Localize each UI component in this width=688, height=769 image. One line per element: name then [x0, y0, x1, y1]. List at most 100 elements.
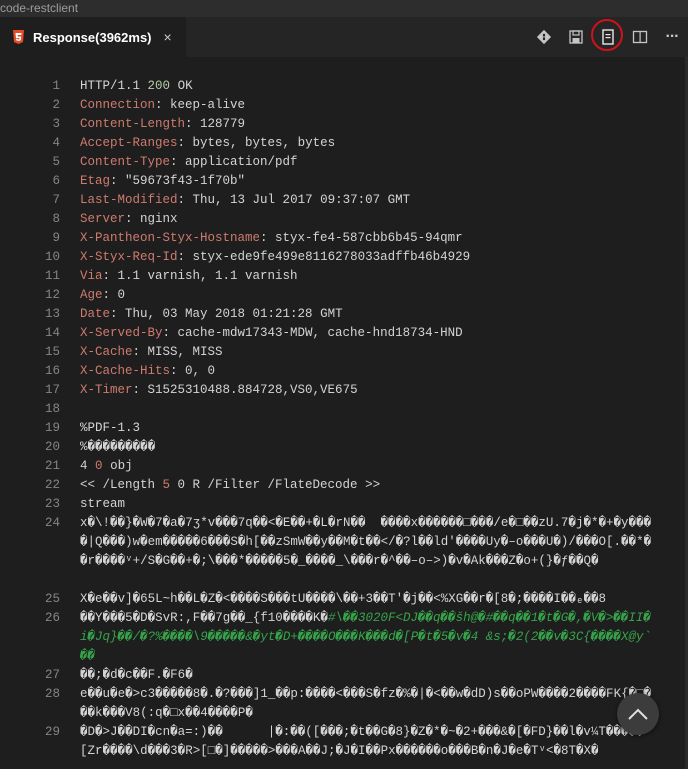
- header-line: 15 X-Cache: MISS, MISS: [0, 343, 688, 362]
- stream-dictionary: << /Length 5 0 R /Filter /FlateDecode >>: [80, 476, 655, 495]
- header-value: Thu, 13 Jul 2017 09:37:07 GMT: [192, 193, 411, 207]
- line-number: 19: [44, 421, 60, 435]
- header-name: Age: [80, 288, 103, 302]
- line-number: 14: [44, 326, 60, 340]
- binary-marker: %���������: [80, 440, 156, 454]
- header-value: bytes, bytes, bytes: [192, 136, 336, 150]
- header-line: 4 Accept-Ranges: bytes, bytes, bytes: [0, 134, 688, 153]
- line-number: 11: [44, 269, 60, 283]
- header-name: Etag: [80, 174, 111, 188]
- binary-data: X�e��v]�65L~h��L�Z�<����S���tU����\��+3�…: [80, 592, 607, 606]
- binary-data: ��Y���5�D�SvR:,F��7g��_{f10����K�#\��302…: [80, 609, 655, 666]
- header-line: 10 X-Styx-Req-Id: styx-ede9fe499e81162780…: [0, 248, 688, 267]
- code-line: 29 �D�>J��DI�cn�a=:)�� |�:��([���;�t��G�…: [0, 723, 688, 761]
- header-value: 0: [117, 288, 126, 302]
- code-line: 23 stream: [0, 495, 688, 514]
- status-reason: OK: [177, 79, 193, 93]
- binary-plain: ��Y���5�D�SvR:,F��7g��_{f10����K�: [80, 611, 328, 625]
- header-value: cache-mdw17343-MDW, cache-hnd18734-HND: [177, 326, 463, 340]
- line-number: 2: [52, 98, 60, 112]
- binary-data: x�\!��}�W�7�a�7ʒ*v���7q��<�E��+�L�rN�� �…: [80, 516, 652, 568]
- obj-declaration: 4 0 obj: [80, 457, 655, 476]
- obj-generation: 0: [95, 459, 103, 473]
- line-number: 24: [44, 516, 60, 530]
- header-name: Last-Modified: [80, 193, 178, 207]
- header-value: MISS, MISS: [147, 345, 223, 359]
- header-line: 16 X-Cache-Hits: 0, 0: [0, 362, 688, 381]
- line-number: 6: [52, 174, 60, 188]
- binary-data: �D�>J��DI�cn�a=:)�� |�:��([���;�t��G�8}�…: [80, 725, 644, 758]
- header-line: 17 X-Timer: S1525310488.884728,VS0,VE675: [0, 381, 688, 400]
- line-number: 12: [44, 288, 60, 302]
- chevron-up-icon: [628, 708, 648, 720]
- more-icon[interactable]: ···: [656, 17, 688, 57]
- line-number: 27: [44, 668, 60, 682]
- response-tab[interactable]: Response(3962ms) ×: [0, 17, 186, 57]
- header-name: X-Cache: [80, 345, 133, 359]
- dict-rest: 0 R /Filter /FlateDecode >>: [170, 478, 381, 492]
- line-number: 3: [52, 117, 60, 131]
- header-value: application/pdf: [185, 155, 298, 169]
- header-name: X-Cache-Hits: [80, 364, 171, 378]
- git-icon[interactable]: [528, 17, 560, 57]
- code-line: 27 ��;�d�c��F.�F6�: [0, 666, 688, 685]
- header-name: Date: [80, 307, 111, 321]
- line-number: 1: [52, 79, 60, 93]
- header-value: styx-ede9fe499e8116278033adffb46b4929: [192, 250, 471, 264]
- line-number: 26: [44, 611, 60, 625]
- line-number: 16: [44, 364, 60, 378]
- header-name: X-Pantheon-Styx-Hostname: [80, 231, 261, 245]
- code-line: 1 HTTP/1.1 200 OK: [0, 77, 688, 96]
- header-name: X-Served-By: [80, 326, 163, 340]
- editor-toolbar: ···: [528, 17, 688, 57]
- header-name: Connection: [80, 98, 156, 112]
- header-value: 1.1 varnish, 1.1 varnish: [117, 269, 298, 283]
- header-name: Accept-Ranges: [80, 136, 178, 150]
- header-name: Server: [80, 212, 126, 226]
- line-number: 28: [44, 687, 60, 701]
- preview-document-icon[interactable]: [591, 17, 624, 57]
- header-line: 9 X-Pantheon-Styx-Hostname: styx-fe4-587c…: [0, 229, 688, 248]
- line-number: 13: [44, 307, 60, 321]
- status-line: HTTP/1.1 200 OK: [80, 77, 655, 96]
- code-line: 22 << /Length 5 0 R /Filter /FlateDecode…: [0, 476, 688, 495]
- line-number: 21: [44, 459, 60, 473]
- binary-data: e��u�e�>c3�����8�.�?���]1_��p:����<���S�…: [80, 687, 652, 720]
- response-editor[interactable]: 1 HTTP/1.1 200 OK 2 Connection: keep-aliv…: [0, 57, 688, 769]
- code-line: 20 %���������: [0, 438, 688, 457]
- code-line: 21 4 0 obj: [0, 457, 688, 476]
- header-line: 7 Last-Modified: Thu, 13 Jul 2017 09:37:0…: [0, 191, 688, 210]
- line-number: 20: [44, 440, 60, 454]
- line-number: 7: [52, 193, 60, 207]
- line-number: 22: [44, 478, 60, 492]
- header-name: Content-Type: [80, 155, 171, 169]
- save-icon[interactable]: [560, 17, 592, 57]
- header-name: Content-Length: [80, 117, 186, 131]
- length-ref: 5: [162, 478, 171, 492]
- header-line: 11 Via: 1.1 varnish, 1.1 varnish: [0, 267, 688, 286]
- line-number: 8: [52, 212, 60, 226]
- header-value: keep-alive: [170, 98, 246, 112]
- header-name: Via: [80, 269, 103, 283]
- stream-keyword: stream: [80, 497, 126, 511]
- window-title: code-restclient: [0, 0, 688, 17]
- header-line: 3 Content-Length: 128779: [0, 115, 688, 134]
- dict-open: << /Length: [80, 478, 163, 492]
- status-code: 200: [147, 79, 171, 93]
- header-line: 12 Age: 0: [0, 286, 688, 305]
- scroll-to-top-button[interactable]: [617, 693, 659, 735]
- html5-icon: [12, 30, 25, 44]
- header-name: X-Timer: [80, 383, 133, 397]
- header-value: nginx: [140, 212, 178, 226]
- header-name: X-Styx-Req-Id: [80, 250, 178, 264]
- editor-tab-bar: Response(3962ms) × ···: [0, 17, 688, 57]
- close-icon[interactable]: ×: [164, 29, 172, 45]
- split-editor-icon[interactable]: [624, 17, 656, 57]
- header-line: 14 X-Served-By: cache-mdw17343-MDW, cache…: [0, 324, 688, 343]
- code-line: 25 X�e��v]�65L~h��L�Z�<����S���tU����\��…: [0, 590, 688, 609]
- line-number: 4: [52, 136, 60, 150]
- obj-keyword: obj: [110, 459, 133, 473]
- line-number: 15: [44, 345, 60, 359]
- header-line: 5 Content-Type: application/pdf: [0, 153, 688, 172]
- header-value: 128779: [200, 117, 246, 131]
